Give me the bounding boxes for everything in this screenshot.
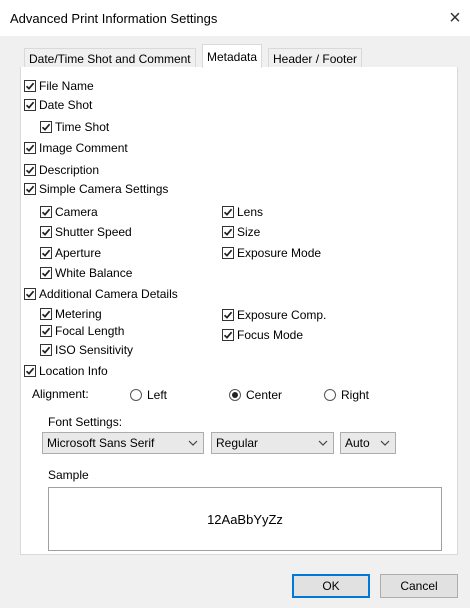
checkbox-icon xyxy=(40,121,52,133)
sample-text: 12AaBbYyZz xyxy=(207,511,283,527)
additional-camera-details-label: Additional Camera Details xyxy=(39,287,178,301)
date-shot-checkbox[interactable]: Date Shot xyxy=(24,97,92,113)
checkbox-icon xyxy=(40,247,52,259)
font-size-value: Auto xyxy=(345,436,370,450)
shutter-speed-checkbox[interactable]: Shutter Speed xyxy=(40,224,132,240)
exposure-comp-checkbox[interactable]: Exposure Comp. xyxy=(222,307,326,323)
tab-metadata[interactable]: Metadata xyxy=(202,44,263,68)
white-balance-checkbox[interactable]: White Balance xyxy=(40,265,132,281)
chevron-down-icon xyxy=(188,440,198,446)
font-style-value: Regular xyxy=(216,436,259,450)
camera-checkbox[interactable]: Camera xyxy=(40,204,98,220)
aperture-label: Aperture xyxy=(55,246,102,260)
date-shot-label: Date Shot xyxy=(39,98,93,112)
location-info-checkbox[interactable]: Location Info xyxy=(24,363,108,379)
chevron-down-icon xyxy=(318,440,328,446)
checkbox-icon xyxy=(222,206,234,218)
file-name-label: File Name xyxy=(39,79,94,93)
checkbox-icon xyxy=(24,164,36,176)
radio-icon xyxy=(324,389,336,401)
description-label: Description xyxy=(39,163,100,177)
additional-camera-details-checkbox[interactable]: Additional Camera Details xyxy=(24,286,178,302)
simple-camera-settings-label: Simple Camera Settings xyxy=(39,182,169,196)
alignment-right-label: Right xyxy=(341,388,370,402)
checkbox-icon xyxy=(40,308,52,320)
file-name-checkbox[interactable]: File Name xyxy=(24,78,94,94)
image-comment-checkbox[interactable]: Image Comment xyxy=(24,140,128,156)
tab-date-time-shot-and-comment[interactable]: Date/Time Shot and Comment xyxy=(24,48,196,68)
exposure-comp-label: Exposure Comp. xyxy=(237,308,327,322)
metering-checkbox[interactable]: Metering xyxy=(40,306,102,322)
font-size-select[interactable]: Auto xyxy=(340,432,396,454)
font-style-select[interactable]: Regular xyxy=(211,432,334,454)
tab-header-footer[interactable]: Header / Footer xyxy=(268,48,363,68)
exposure-mode-checkbox[interactable]: Exposure Mode xyxy=(222,245,321,261)
focus-mode-label: Focus Mode xyxy=(237,328,304,342)
alignment-center-label: Center xyxy=(246,388,283,402)
font-family-select[interactable]: Microsoft Sans Serif xyxy=(42,432,204,454)
description-checkbox[interactable]: Description xyxy=(24,162,99,178)
iso-sensitivity-label: ISO Sensitivity xyxy=(55,343,134,357)
font-family-value: Microsoft Sans Serif xyxy=(47,436,155,450)
close-icon: × xyxy=(449,6,461,29)
white-balance-label: White Balance xyxy=(55,266,133,280)
iso-sensitivity-checkbox[interactable]: ISO Sensitivity xyxy=(40,342,133,358)
alignment-left-label: Left xyxy=(147,388,168,402)
exposure-mode-label: Exposure Mode xyxy=(237,246,322,260)
lens-label: Lens xyxy=(237,205,264,219)
alignment-right-radio[interactable]: Right xyxy=(324,387,369,403)
checkbox-icon xyxy=(40,206,52,218)
simple-camera-settings-checkbox[interactable]: Simple Camera Settings xyxy=(24,181,168,197)
lens-checkbox[interactable]: Lens xyxy=(222,204,263,220)
focal-length-checkbox[interactable]: Focal Length xyxy=(40,323,124,339)
radio-selected-icon xyxy=(229,389,241,401)
window-title: Advanced Print Information Settings xyxy=(10,11,218,26)
checkbox-icon xyxy=(24,142,36,154)
alignment-label: Alignment: xyxy=(32,387,89,401)
time-shot-label: Time Shot xyxy=(55,120,110,134)
checkbox-icon xyxy=(222,226,234,238)
alignment-left-radio[interactable]: Left xyxy=(130,387,167,403)
checkbox-icon xyxy=(40,325,52,337)
camera-label: Camera xyxy=(55,205,98,219)
location-info-label: Location Info xyxy=(39,364,108,378)
checkbox-icon xyxy=(222,309,234,321)
cancel-button[interactable]: Cancel xyxy=(380,574,458,598)
time-shot-checkbox[interactable]: Time Shot xyxy=(40,119,109,135)
image-comment-label: Image Comment xyxy=(39,141,128,155)
checkbox-icon xyxy=(24,99,36,111)
checkbox-icon xyxy=(24,365,36,377)
radio-icon xyxy=(130,389,142,401)
checkbox-icon xyxy=(24,288,36,300)
checkbox-icon xyxy=(40,344,52,356)
size-checkbox[interactable]: Size xyxy=(222,224,260,240)
shutter-speed-label: Shutter Speed xyxy=(55,225,132,239)
checkbox-icon xyxy=(24,183,36,195)
focal-length-label: Focal Length xyxy=(55,324,125,338)
font-settings-label: Font Settings: xyxy=(48,415,123,429)
alignment-center-radio[interactable]: Center xyxy=(229,387,282,403)
metering-label: Metering xyxy=(55,307,102,321)
checkbox-icon xyxy=(40,267,52,279)
checkbox-icon xyxy=(40,226,52,238)
sample-preview: 12AaBbYyZz xyxy=(48,487,442,551)
checkbox-icon xyxy=(24,80,36,92)
size-label: Size xyxy=(237,225,261,239)
close-button[interactable]: × xyxy=(444,7,466,29)
focus-mode-checkbox[interactable]: Focus Mode xyxy=(222,327,303,343)
checkbox-icon xyxy=(222,247,234,259)
ok-button[interactable]: OK xyxy=(292,574,370,598)
sample-label: Sample xyxy=(48,468,89,482)
checkbox-icon xyxy=(222,329,234,341)
chevron-down-icon xyxy=(380,440,390,446)
aperture-checkbox[interactable]: Aperture xyxy=(40,245,101,261)
